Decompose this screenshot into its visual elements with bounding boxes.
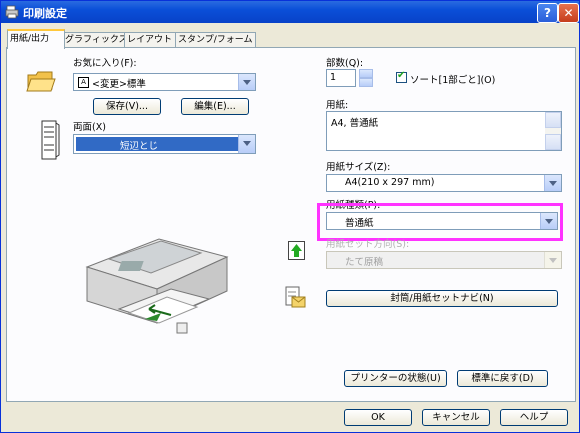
duplex-select[interactable]: 短辺とじ bbox=[73, 134, 256, 154]
ok-button[interactable]: OK bbox=[344, 409, 412, 426]
chevron-down-icon bbox=[544, 252, 561, 268]
favorites-value: <変更>標準 bbox=[92, 79, 146, 90]
tab-graphics[interactable]: グラフィックス bbox=[62, 32, 128, 47]
chevron-down-icon bbox=[238, 74, 255, 90]
title-bar: 印刷設定 ? ✕ bbox=[1, 1, 579, 23]
copies-value: 1 bbox=[330, 72, 337, 83]
tab-paper-output[interactable]: 用紙/出力 bbox=[7, 29, 65, 49]
duplex-value: 短辺とじ bbox=[120, 141, 159, 152]
orientation-label: 用紙セット方向(S): bbox=[326, 239, 410, 250]
tab-layout[interactable]: レイアウト bbox=[124, 32, 178, 47]
folder-icon bbox=[26, 71, 56, 92]
copies-spinner[interactable] bbox=[359, 69, 373, 87]
chevron-down-icon bbox=[238, 135, 255, 153]
envelope-navigator-button[interactable]: 封筒/用紙セットナビ(N) bbox=[326, 290, 558, 307]
collate-label: ソート[1部ごと](O) bbox=[410, 75, 496, 86]
scroll-down-icon[interactable] bbox=[545, 134, 561, 150]
paper-value: A4, 普通紙 bbox=[331, 118, 379, 129]
paper-size-value: A4(210 x 297 mm) bbox=[345, 177, 435, 188]
spin-down-icon[interactable] bbox=[359, 78, 373, 87]
cancel-button[interactable]: キャンセル bbox=[422, 409, 490, 426]
printer-status-button[interactable]: プリンターの状態(U) bbox=[344, 370, 447, 387]
scroll-up-icon[interactable] bbox=[545, 112, 561, 128]
paper-info-box[interactable]: A4, 普通紙 bbox=[326, 111, 562, 151]
duplex-page-icon bbox=[41, 120, 60, 160]
printer-app-icon bbox=[5, 5, 19, 19]
favorites-select[interactable]: A <変更>標準 bbox=[73, 73, 256, 91]
print-settings-window: 印刷設定 ? ✕ 用紙/出力 グラフィックス レイアウト スタンプ/フォーム お… bbox=[0, 0, 580, 433]
settings-icon: A bbox=[78, 77, 89, 88]
envelope-guide-icon bbox=[285, 286, 306, 308]
printer-illustration bbox=[85, 238, 229, 334]
favorites-label: お気に入り(F): bbox=[73, 58, 137, 69]
paper-size-label: 用紙サイズ(Z): bbox=[326, 162, 391, 173]
edit-button[interactable]: 編集(E)... bbox=[181, 98, 249, 115]
arrow-up-icon bbox=[288, 241, 305, 260]
duplex-label: 両面(X) bbox=[73, 122, 106, 133]
close-button[interactable]: ✕ bbox=[558, 3, 579, 23]
orientation-value: たて原稿 bbox=[345, 257, 384, 268]
paper-size-select[interactable]: A4(210 x 297 mm) bbox=[326, 174, 562, 192]
orientation-select[interactable]: たて原稿 bbox=[326, 251, 562, 269]
save-button[interactable]: 保存(V)... bbox=[93, 98, 161, 115]
spin-up-icon[interactable] bbox=[359, 69, 373, 78]
copies-input[interactable]: 1 bbox=[326, 69, 356, 87]
scrollbar[interactable] bbox=[545, 112, 561, 150]
collate-checkbox[interactable] bbox=[396, 70, 407, 83]
chevron-down-icon bbox=[544, 175, 561, 191]
paper-label: 用紙: bbox=[326, 100, 349, 111]
copies-label: 部数(Q): bbox=[326, 58, 364, 69]
help-title-button[interactable]: ? bbox=[537, 3, 558, 23]
window-title: 印刷設定 bbox=[23, 7, 67, 20]
restore-default-button[interactable]: 標準に戻す(D) bbox=[457, 370, 548, 387]
tab-stamp-form[interactable]: スタンプ/フォーム bbox=[175, 32, 256, 47]
help-button[interactable]: ヘルプ bbox=[500, 409, 568, 426]
